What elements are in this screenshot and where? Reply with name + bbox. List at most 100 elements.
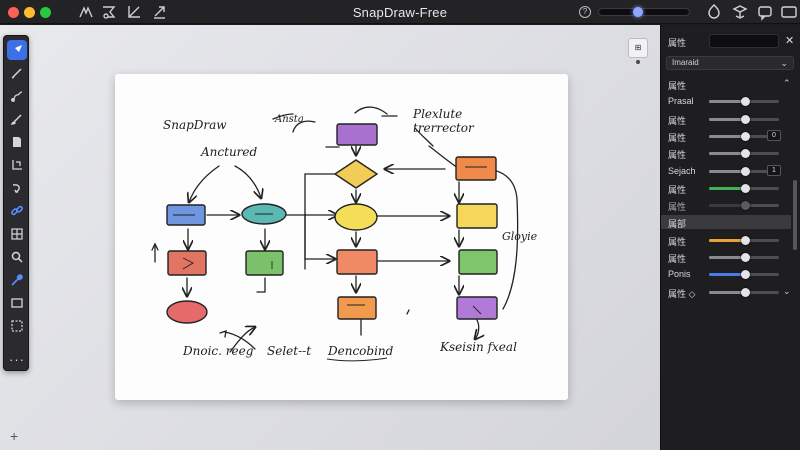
rope-icon[interactable]: [7, 86, 27, 106]
layers-button[interactable]: ⊞: [628, 38, 648, 58]
label-selet: Selet--t: [267, 344, 311, 358]
zoom-slider-knob[interactable]: [633, 7, 643, 17]
info-icon[interactable]: ?: [579, 6, 591, 18]
pen-nib-icon[interactable]: [77, 3, 95, 21]
zoom-window-button[interactable]: [40, 7, 51, 18]
brush-icon[interactable]: [7, 109, 27, 129]
property-slider[interactable]: [709, 184, 779, 193]
chevron-down-icon: ⌄: [780, 58, 788, 68]
property-slider-knob[interactable]: [741, 149, 750, 158]
property-slider-fill: [709, 239, 745, 242]
label-terrector: trerrector: [413, 121, 475, 135]
yellow-ellipse: [334, 203, 378, 231]
property-label: 属性: [668, 237, 687, 247]
label-dencobind: Dencobind: [327, 344, 394, 358]
property-slider-knob[interactable]: [741, 184, 750, 193]
label-gloyie: Gloyie: [502, 230, 538, 243]
property-preset-dropdown[interactable]: Imaraid ⌄: [666, 56, 794, 70]
screen-icon[interactable]: [780, 3, 798, 21]
coral-process-box: [336, 249, 378, 275]
dropdown-value: Imaraid: [672, 58, 699, 67]
property-slider-knob[interactable]: [741, 270, 750, 279]
layers-indicator: [636, 60, 640, 64]
export-icon[interactable]: [150, 3, 168, 21]
yellow-decision: [333, 159, 379, 189]
property-name-field[interactable]: [709, 34, 779, 48]
chevron-down-icon[interactable]: ⌄: [783, 286, 791, 297]
add-button[interactable]: +: [10, 428, 18, 444]
property-value-badge[interactable]: 1: [767, 165, 781, 176]
property-slider-fill: [709, 100, 745, 103]
label-ansta: Ansta: [274, 114, 304, 125]
page-icon[interactable]: [7, 132, 27, 152]
property-label: 属部: [668, 219, 687, 229]
purple-end-box: [456, 296, 498, 320]
label-dnoic: Dnoic. reeg: [182, 344, 254, 358]
crop-icon[interactable]: [125, 3, 143, 21]
lasso-icon[interactable]: [100, 3, 118, 21]
rectangle-icon[interactable]: [7, 293, 27, 313]
grid-icon[interactable]: [7, 224, 27, 244]
panel-header-label: 属性: [668, 38, 687, 48]
canvas-workspace[interactable]: ··· + ⊞ SnapDraw Ansta Anctured Plexlute…: [0, 25, 660, 450]
property-label: 属性: [668, 202, 687, 212]
marquee-icon[interactable]: [7, 316, 27, 336]
transform-icon[interactable]: [7, 155, 27, 175]
label-snapdraw: SnapDraw: [163, 118, 227, 132]
chevron-up-icon[interactable]: ⌃: [783, 78, 791, 89]
stamp-icon[interactable]: [731, 3, 749, 21]
property-slider-knob[interactable]: [741, 201, 750, 210]
green-process-box: [245, 250, 284, 276]
property-value-badge[interactable]: 0: [767, 130, 781, 141]
close-window-button[interactable]: [8, 7, 19, 18]
property-slider-fill: [709, 273, 745, 276]
more-tools-button[interactable]: ···: [4, 352, 30, 367]
eyedropper-icon[interactable]: [7, 270, 27, 290]
purple-start-box: [336, 123, 378, 146]
minimize-window-button[interactable]: [24, 7, 35, 18]
property-slider[interactable]: [709, 97, 779, 106]
zoom-slider[interactable]: [598, 7, 690, 17]
flowchart-sketch: SnapDraw Ansta Anctured Plexlute trerrec…: [151, 106, 538, 362]
label-kseisin: Kseisin fxeal: [439, 340, 517, 354]
pencil-icon[interactable]: [7, 63, 27, 83]
property-slider-knob[interactable]: [741, 253, 750, 262]
drawing-paper[interactable]: SnapDraw Ansta Anctured Plexlute trerrec…: [115, 74, 568, 400]
property-slider-knob[interactable]: [741, 97, 750, 106]
chain-link-icon[interactable]: [7, 201, 27, 221]
property-slider[interactable]: [709, 201, 779, 210]
chat-icon[interactable]: [756, 3, 774, 21]
property-label: 属性 ◇: [668, 289, 696, 299]
property-label: 属性: [668, 150, 687, 160]
panel-scrollbar[interactable]: [793, 180, 797, 250]
curve-icon[interactable]: [7, 178, 27, 198]
property-slider-knob[interactable]: [741, 132, 750, 141]
property-label: 属性: [668, 254, 687, 264]
property-label: Sejach: [668, 166, 696, 176]
property-slider-knob[interactable]: [741, 288, 750, 297]
red-process-box: [167, 250, 207, 276]
property-slider[interactable]: [709, 115, 779, 124]
cursor-arrow-icon[interactable]: [7, 40, 27, 60]
red-terminator: [166, 300, 208, 324]
label-plexlute: Plexlute: [412, 107, 462, 121]
property-slider[interactable]: [709, 236, 779, 245]
property-slider-knob[interactable]: [741, 236, 750, 245]
yellow-process-box: [456, 203, 498, 229]
property-label: 属性: [668, 133, 687, 143]
property-label: 属性: [668, 185, 687, 195]
magnifier-icon[interactable]: [7, 247, 27, 267]
shield-icon[interactable]: [705, 3, 723, 21]
property-label: 属性: [668, 116, 687, 126]
property-slider[interactable]: [709, 270, 779, 279]
property-slider-knob[interactable]: [741, 167, 750, 176]
green-right-box: [458, 249, 498, 275]
close-icon[interactable]: ✕: [785, 34, 794, 47]
underline-dencobind: [326, 357, 388, 362]
property-slider[interactable]: [709, 253, 779, 262]
property-slider-knob[interactable]: [741, 115, 750, 124]
property-slider-fill: [709, 291, 745, 294]
property-slider[interactable]: [709, 288, 779, 297]
property-slider-fill: [709, 170, 745, 173]
property-slider[interactable]: [709, 149, 779, 158]
